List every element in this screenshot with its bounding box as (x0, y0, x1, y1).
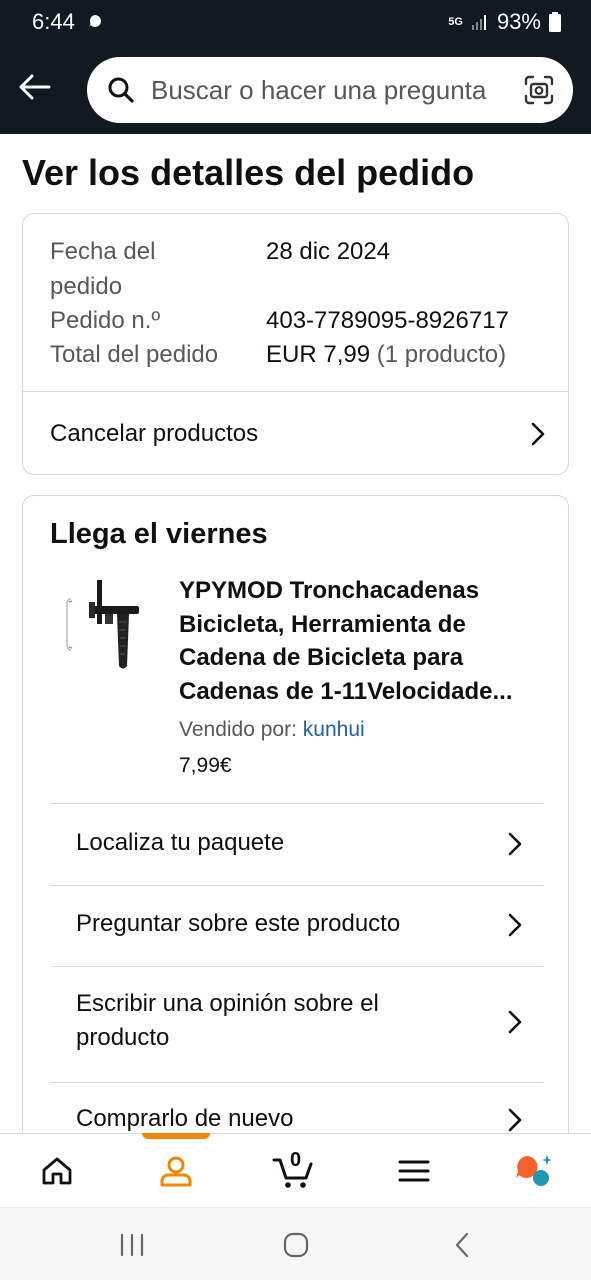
status-time: 6:44 (32, 9, 75, 34)
order-number-value: 403-7789095-8926717 (266, 307, 509, 334)
order-total-label: Total del pedido (50, 341, 219, 368)
signal-icon (471, 15, 486, 30)
write-review-link[interactable]: Escribir una opinión sobre el producto (50, 967, 543, 1081)
search-bar[interactable] (87, 57, 573, 123)
recent-apps-button[interactable] (112, 1228, 152, 1262)
system-nav-bar (0, 1207, 591, 1280)
search-input[interactable] (151, 57, 511, 123)
buy-again-label: Comprarlo de nuevo (76, 1105, 294, 1132)
home-icon (42, 1157, 72, 1185)
order-number-label: Pedido n.º (50, 307, 161, 334)
account-icon (160, 1156, 192, 1187)
assistant-chat-icon (516, 1155, 552, 1186)
product-image[interactable] (63, 574, 143, 674)
nav-rufus-assistant[interactable] (494, 1134, 574, 1208)
menu-icon (398, 1160, 430, 1182)
sold-by-label: Vendido por: (179, 718, 297, 741)
chevron-right-icon (531, 422, 545, 446)
track-package-label: Localiza tu paquete (76, 829, 285, 856)
status-bar: 6:44 5G 93% (0, 0, 591, 44)
track-package-link[interactable]: Localiza tu paquete (50, 804, 543, 884)
chevron-right-icon (508, 1108, 522, 1132)
order-item-count: (1 producto) (376, 341, 507, 368)
search-icon (108, 77, 134, 103)
system-back-button[interactable] (442, 1228, 482, 1262)
order-date-value: 28 dic 2024 (266, 238, 391, 265)
back-button[interactable] (16, 68, 54, 106)
battery-percent: 93% (496, 9, 541, 34)
nav-home[interactable] (17, 1134, 97, 1208)
cancel-products-link[interactable]: Cancelar productos (23, 392, 568, 476)
ask-product-link[interactable]: Preguntar sobre este producto (50, 886, 543, 966)
nav-account[interactable] (136, 1134, 216, 1208)
chevron-right-icon (508, 1010, 522, 1034)
write-review-label: Escribir una opinión sobre el producto (76, 990, 379, 1051)
home-circle-icon (283, 1232, 309, 1258)
delivery-title: Llega el viernes (50, 518, 268, 550)
chevron-right-icon (508, 832, 522, 856)
delivery-card: Llega el viernes YPYMOD Tronchacadenas B… (22, 495, 569, 1195)
chevron-right-icon (508, 913, 522, 937)
header (0, 44, 591, 134)
product-title-link[interactable]: YPYMOD Tronchacadenas Bicicleta, Herrami… (179, 574, 539, 708)
back-arrow-icon (19, 74, 51, 100)
order-date-label: Fecha del pedido (50, 238, 156, 300)
battery-icon (549, 12, 561, 32)
cancel-products-label: Cancelar productos (50, 420, 259, 447)
order-total-value: EUR 7,99 (1 producto) (266, 341, 507, 368)
home-button[interactable] (276, 1228, 316, 1262)
ask-product-label: Preguntar sobre este producto (76, 910, 401, 937)
order-summary-card: Fecha del pedido 28 dic 2024 Pedido n.º … (22, 213, 569, 475)
nav-menu[interactable] (374, 1134, 454, 1208)
chevron-left-icon (455, 1232, 469, 1258)
network-type: 5G (448, 15, 463, 28)
recent-apps-icon (120, 1233, 144, 1257)
page-title: Ver los detalles del pedido (22, 152, 475, 193)
product-price: 7,99€ (179, 754, 232, 777)
seller-link[interactable]: kunhui (303, 718, 365, 741)
notification-icon (89, 15, 101, 27)
cart-count-badge: 0 (290, 1149, 302, 1171)
camera-scan-icon[interactable] (523, 74, 555, 106)
sold-by: Vendido por: kunhui (179, 718, 365, 742)
status-indicators: 5G 93% (448, 9, 561, 35)
